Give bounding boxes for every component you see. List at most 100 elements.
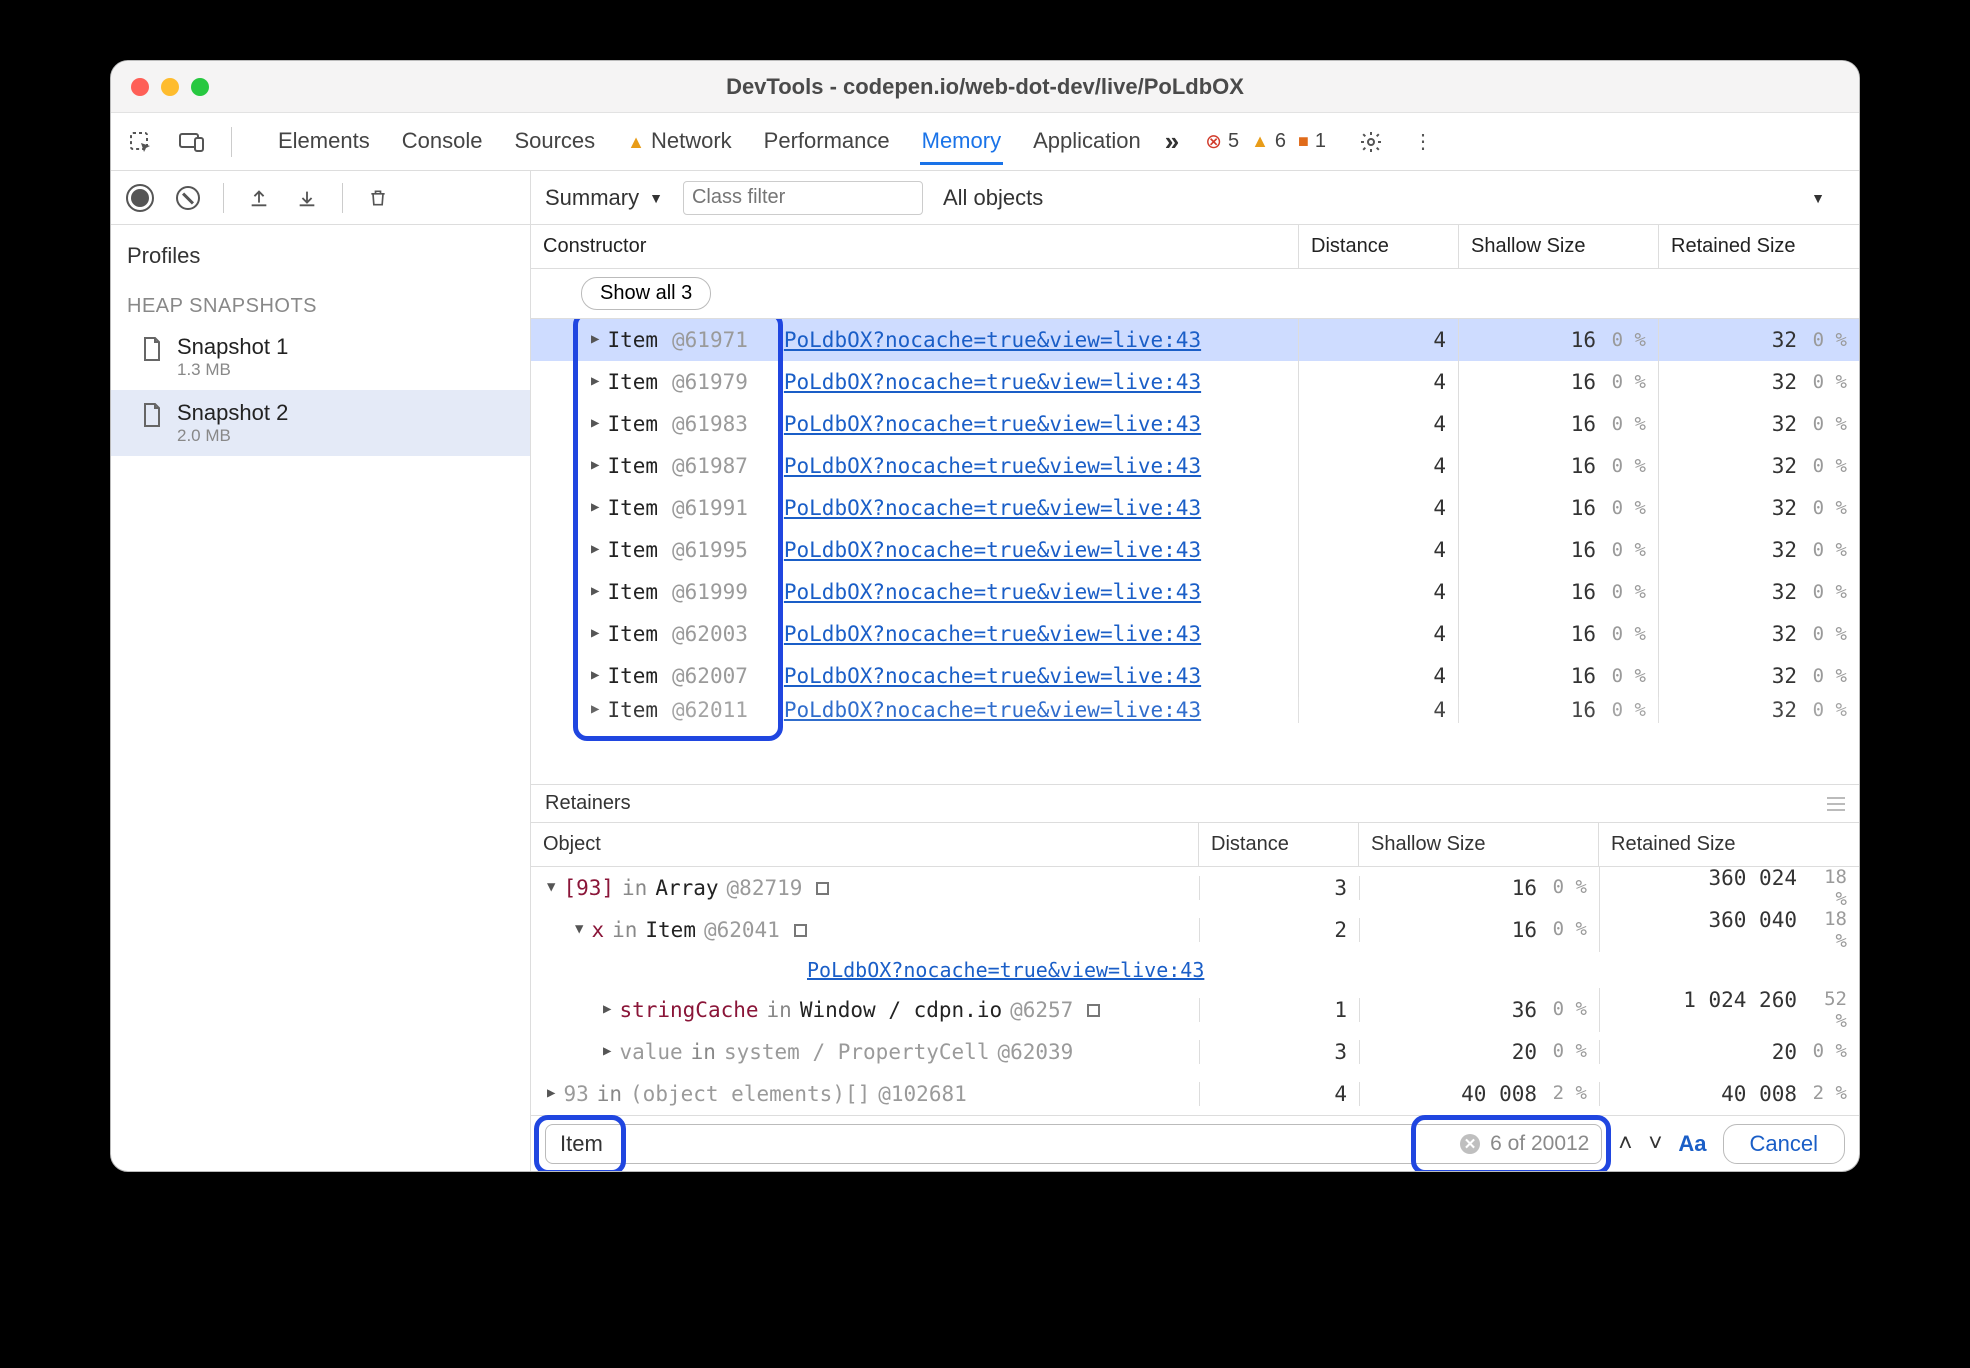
save-icon[interactable] <box>290 181 324 215</box>
distance-value: 4 <box>1433 580 1446 604</box>
show-all-button[interactable]: Show all 3 <box>581 277 711 310</box>
col-shallow[interactable]: Shallow Size <box>1459 225 1659 268</box>
table-row[interactable]: ▶Item@61979PoLdbOX?nocache=true&view=liv… <box>531 361 1859 403</box>
tab-network[interactable]: ▲Network <box>625 118 734 165</box>
object-link-icon[interactable] <box>794 924 807 937</box>
retainers-col-object[interactable]: Object <box>531 823 1199 866</box>
table-row[interactable]: ▶Item@62011PoLdbOX?nocache=true&view=liv… <box>531 697 1859 723</box>
chevron-down-icon[interactable]: ▼ <box>1811 190 1825 206</box>
expand-icon[interactable]: ▶ <box>591 331 599 347</box>
expand-icon[interactable]: ▶ <box>591 701 599 717</box>
issues-counter[interactable]: ■ 1 <box>1298 130 1326 153</box>
prev-match-icon[interactable]: ˄ <box>1618 1130 1632 1158</box>
retainer-row[interactable]: ▶valueinsystem / PropertyCell@620393200 … <box>531 1031 1859 1073</box>
retained-pct: 18 % <box>1805 866 1847 910</box>
clear-icon[interactable] <box>171 181 205 215</box>
expand-icon[interactable]: ▶ <box>591 499 599 515</box>
more-tabs-icon[interactable]: » <box>1165 126 1179 157</box>
object-id: @62041 <box>704 918 780 942</box>
expand-icon[interactable]: ▶ <box>591 583 599 599</box>
match-case-toggle[interactable]: Aa <box>1678 1131 1706 1157</box>
error-counter[interactable]: ⊗ 5 <box>1205 129 1239 154</box>
table-row[interactable]: ▶Item@61995PoLdbOX?nocache=true&view=liv… <box>531 529 1859 571</box>
retained-pct: 0 % <box>1805 665 1847 687</box>
tab-sources[interactable]: Sources <box>512 118 597 165</box>
source-link[interactable]: PoLdbOX?nocache=true&view=live:43 <box>784 580 1201 604</box>
source-link[interactable]: PoLdbOX?nocache=true&view=live:43 <box>784 454 1201 478</box>
next-match-icon[interactable]: ˅ <box>1648 1130 1662 1158</box>
expand-icon[interactable]: ▶ <box>591 415 599 431</box>
table-row[interactable]: ▶Item@61999PoLdbOX?nocache=true&view=liv… <box>531 571 1859 613</box>
expand-icon[interactable]: ▶ <box>603 1043 611 1059</box>
source-link[interactable]: PoLdbOX?nocache=true&view=live:43 <box>784 328 1201 352</box>
expand-icon[interactable]: ▶ <box>591 541 599 557</box>
class-filter-input[interactable] <box>683 181 923 215</box>
source-link[interactable]: PoLdbOX?nocache=true&view=live:43 <box>784 664 1201 688</box>
tab-label: Application <box>1033 128 1141 153</box>
source-link[interactable]: PoLdbOX?nocache=true&view=live:43 <box>784 370 1201 394</box>
kebab-menu-icon[interactable]: ⋮ <box>1406 125 1440 159</box>
record-icon[interactable] <box>123 181 157 215</box>
device-toggle-icon[interactable] <box>175 125 209 159</box>
source-link[interactable]: PoLdbOX?nocache=true&view=live:43 <box>784 412 1201 436</box>
tab-performance[interactable]: Performance <box>762 118 892 165</box>
col-retained[interactable]: Retained Size <box>1659 225 1859 268</box>
retainer-row[interactable]: ▶stringCacheinWindow / cdpn.io@62571360 … <box>531 989 1859 1031</box>
retainer-row[interactable]: ▼[93]inArray@827193160 %360 02418 % <box>531 867 1859 909</box>
col-constructor[interactable]: Constructor <box>531 225 1299 268</box>
expand-icon[interactable]: ▶ <box>591 625 599 641</box>
col-distance[interactable]: Distance <box>1299 225 1459 268</box>
tab-memory[interactable]: Memory <box>920 118 1003 165</box>
source-link[interactable]: PoLdbOX?nocache=true&view=live:43 <box>784 496 1201 520</box>
tab-application[interactable]: Application <box>1031 118 1143 165</box>
retainers-col-distance[interactable]: Distance <box>1199 823 1359 866</box>
delete-icon[interactable] <box>361 181 395 215</box>
distance-value: 4 <box>1433 698 1446 722</box>
source-link[interactable]: PoLdbOX?nocache=true&view=live:43 <box>807 958 1204 982</box>
scope-select[interactable]: All objects <box>943 185 1043 211</box>
tab-elements[interactable]: Elements <box>276 118 372 165</box>
expand-icon[interactable]: ▼ <box>547 879 555 895</box>
expand-icon[interactable]: ▶ <box>603 1001 611 1017</box>
snapshot-item[interactable]: Snapshot 11.3 MB <box>111 324 530 390</box>
expand-icon[interactable]: ▼ <box>575 921 583 937</box>
clear-search-icon[interactable]: ✕ <box>1460 1134 1480 1154</box>
object-link-icon[interactable] <box>1087 1004 1100 1017</box>
table-row[interactable]: ▶Item@61983PoLdbOX?nocache=true&view=liv… <box>531 403 1859 445</box>
warning-counter[interactable]: ▲ 6 <box>1251 130 1286 153</box>
cancel-button[interactable]: Cancel <box>1723 1124 1845 1164</box>
expand-icon[interactable]: ▶ <box>591 373 599 389</box>
expand-icon[interactable]: ▶ <box>547 1085 555 1101</box>
constructor-name: Item <box>607 454 658 478</box>
snapshot-item[interactable]: Snapshot 22.0 MB <box>111 390 530 456</box>
expand-icon[interactable]: ▶ <box>591 457 599 473</box>
object-link-icon[interactable] <box>816 882 829 895</box>
object-name: Window / cdpn.io <box>800 998 1002 1022</box>
retainer-row[interactable]: ▼xinItem@620412160 %360 04018 % <box>531 909 1859 951</box>
source-link[interactable]: PoLdbOX?nocache=true&view=live:43 <box>784 538 1201 562</box>
table-row[interactable]: ▶Item@61991PoLdbOX?nocache=true&view=liv… <box>531 487 1859 529</box>
table-row[interactable]: ▶Item@61971PoLdbOX?nocache=true&view=liv… <box>531 319 1859 361</box>
shallow-pct: 0 % <box>1604 623 1646 645</box>
load-icon[interactable] <box>242 181 276 215</box>
retainers-rows: ▼[93]inArray@827193160 %360 02418 %▼xinI… <box>531 867 1859 1115</box>
snapshot-rows-viewport[interactable]: ▶Item@61971PoLdbOX?nocache=true&view=liv… <box>531 319 1859 785</box>
table-row[interactable]: ▶Item@62007PoLdbOX?nocache=true&view=liv… <box>531 655 1859 697</box>
tab-console[interactable]: Console <box>400 118 485 165</box>
retainers-col-retained[interactable]: Retained Size <box>1599 823 1859 866</box>
table-row[interactable]: ▶Item@61987PoLdbOX?nocache=true&view=liv… <box>531 445 1859 487</box>
inspect-icon[interactable] <box>123 125 157 159</box>
object-id: @62011 <box>672 698 748 722</box>
constructor-name: Item <box>607 412 658 436</box>
table-row[interactable]: ▶Item@62003PoLdbOX?nocache=true&view=liv… <box>531 613 1859 655</box>
source-link[interactable]: PoLdbOX?nocache=true&view=live:43 <box>784 698 1201 722</box>
view-select[interactable]: Summary ▼ <box>545 185 663 211</box>
expand-icon[interactable]: ▶ <box>591 667 599 683</box>
source-link[interactable]: PoLdbOX?nocache=true&view=live:43 <box>784 622 1201 646</box>
retainer-row[interactable]: ▶93in(object elements)[]@102681440 0082 … <box>531 1073 1859 1115</box>
settings-gear-icon[interactable] <box>1354 125 1388 159</box>
retainers-col-shallow[interactable]: Shallow Size <box>1359 823 1599 866</box>
drag-handle-icon[interactable] <box>1827 797 1845 811</box>
search-input[interactable] <box>558 1130 1450 1158</box>
retained-pct: 0 % <box>1805 623 1847 645</box>
